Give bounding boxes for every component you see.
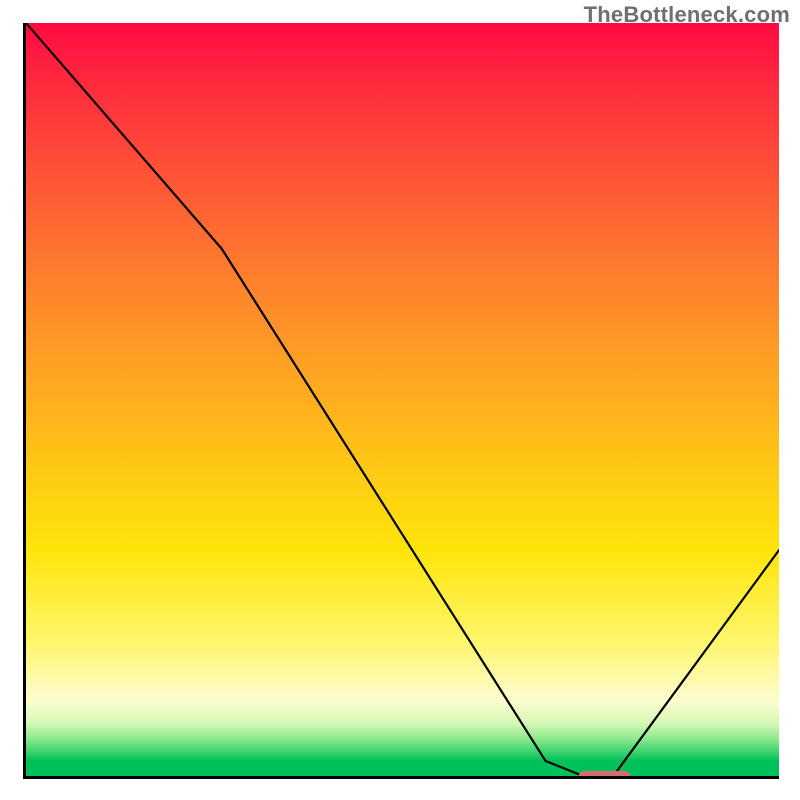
plot-area <box>23 23 779 779</box>
minimum-marker <box>578 771 631 779</box>
chart-container: TheBottleneck.com <box>0 0 800 800</box>
line-series <box>26 23 779 776</box>
